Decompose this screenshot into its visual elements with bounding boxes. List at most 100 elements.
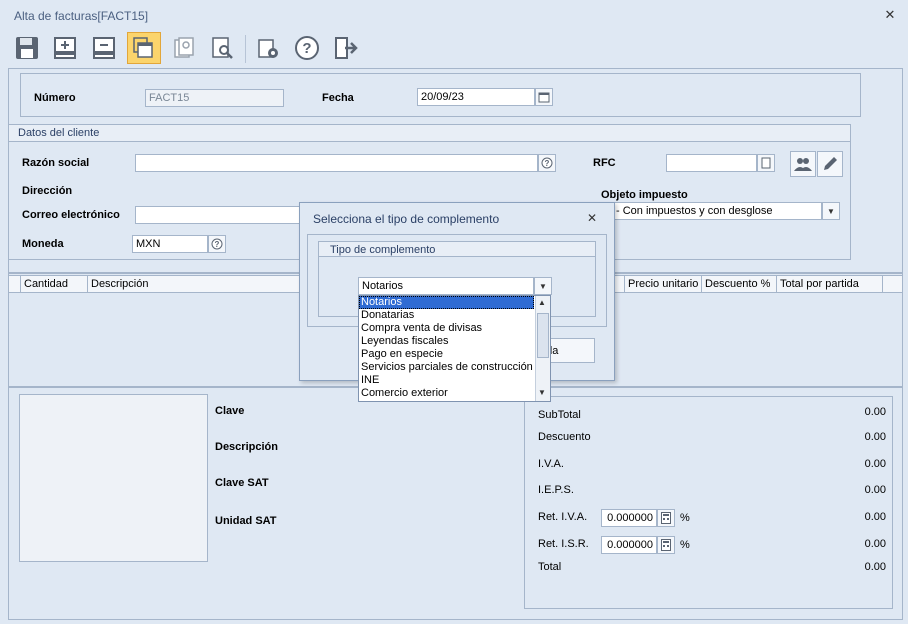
remove-row-button[interactable]: [87, 32, 121, 64]
scroll-down-icon[interactable]: ▼: [538, 388, 546, 397]
dialog-close-icon[interactable]: ✕: [587, 211, 597, 225]
dialog-group-title: Tipo de complemento: [330, 244, 436, 256]
ret-iva-label: Ret. I.V.A.: [538, 511, 588, 523]
ret-iva-value: 0.00: [864, 511, 886, 523]
chevron-down-icon: ▼: [539, 281, 547, 291]
direccion-label: Dirección: [22, 185, 73, 197]
ret-isr-value: 0.00: [864, 538, 886, 550]
document-preview-button[interactable]: [167, 32, 201, 64]
total-value: 0.00: [864, 561, 886, 573]
subtotal-label: SubTotal: [538, 409, 581, 421]
document-preview-icon: [174, 37, 194, 58]
close-icon[interactable]: ✕: [883, 8, 897, 22]
product-image: [19, 394, 208, 562]
scroll-up-icon[interactable]: ▲: [538, 298, 546, 307]
ret-iva-percent: %: [680, 512, 690, 524]
rfc-field[interactable]: [666, 154, 757, 172]
help-icon: ?: [211, 238, 223, 250]
complement-type-list[interactable]: Notarios Donatarias Compra venta de divi…: [358, 295, 551, 402]
fecha-field[interactable]: 20/09/23: [417, 88, 535, 106]
chevron-down-icon: ▼: [827, 206, 835, 216]
calendar-icon: [538, 92, 550, 103]
col-cantidad[interactable]: Cantidad: [21, 276, 88, 293]
clave-label: Clave: [215, 405, 245, 417]
ret-iva-calc-button[interactable]: [657, 509, 675, 527]
correo-label: Correo electrónico: [22, 209, 120, 221]
list-item[interactable]: Leyendas fiscales: [359, 335, 550, 348]
save-button[interactable]: [10, 32, 44, 64]
list-item[interactable]: Compra venta de divisas: [359, 322, 550, 335]
exit-button[interactable]: [328, 32, 362, 64]
numero-field[interactable]: FACT15: [145, 89, 284, 107]
descripcion-label: Descripción: [215, 441, 278, 453]
subtotal-value: 0.00: [864, 406, 886, 418]
users-icon: [794, 158, 812, 171]
descuento-value: 0.00: [864, 431, 886, 443]
list-item[interactable]: Notarios: [359, 296, 534, 309]
col-total-partida[interactable]: Total por partida: [777, 276, 883, 293]
svg-text:?: ?: [302, 40, 311, 57]
fecha-label: Fecha: [322, 92, 354, 104]
search-document-button[interactable]: [205, 32, 239, 64]
ret-isr-rate-field[interactable]: 0.000000: [601, 536, 657, 554]
settings-document-icon: [258, 39, 278, 58]
calculator-icon: [661, 539, 671, 551]
help-icon: ?: [295, 36, 319, 60]
rfc-label: RFC: [593, 157, 616, 169]
save-icon: [16, 37, 38, 59]
col-descuento[interactable]: Descuento %: [702, 276, 777, 293]
help-icon: ?: [541, 157, 553, 169]
add-row-button[interactable]: [48, 32, 82, 64]
list-item[interactable]: Servicios parciales de construcción: [359, 361, 550, 374]
col-precio-unitario[interactable]: Precio unitario: [625, 276, 702, 293]
razon-social-field[interactable]: [135, 154, 538, 172]
pencil-icon: [824, 157, 837, 170]
svg-text:?: ?: [215, 240, 220, 249]
correo-field[interactable]: [135, 206, 301, 224]
help-button[interactable]: ?: [290, 32, 324, 64]
client-section-title: Datos del cliente: [18, 127, 100, 139]
descuento-label: Descuento: [538, 431, 591, 443]
ret-iva-rate-field[interactable]: 0.000000: [601, 509, 657, 527]
window-title: Alta de facturas[FACT15]: [14, 9, 149, 23]
moneda-help-button[interactable]: ?: [208, 235, 226, 253]
objeto-impuesto-dropdown[interactable]: ▼: [822, 202, 840, 220]
copy-documents-icon: [133, 37, 153, 58]
list-item[interactable]: Donatarias: [359, 309, 550, 322]
razon-help-button[interactable]: ?: [538, 154, 556, 172]
clients-button[interactable]: [790, 151, 816, 177]
moneda-field[interactable]: MXN: [132, 235, 208, 253]
list-item[interactable]: Pago en especie: [359, 348, 550, 361]
ieps-value: 0.00: [864, 484, 886, 496]
settings-document-button[interactable]: [251, 32, 285, 64]
complement-type-dropdown[interactable]: ▼: [534, 277, 552, 295]
unidad-sat-label: Unidad SAT: [215, 515, 277, 527]
search-document-icon: [212, 37, 233, 59]
objeto-impuesto-select[interactable]: - Con impuestos y con desglose: [612, 202, 822, 220]
ret-isr-calc-button[interactable]: [657, 536, 675, 554]
ret-isr-percent: %: [680, 539, 690, 551]
add-row-icon: [54, 37, 76, 59]
document-icon: [761, 157, 771, 169]
totals-panel: [524, 396, 893, 609]
total-label: Total: [538, 561, 562, 573]
iva-value: 0.00: [864, 458, 886, 470]
list-scrollbar[interactable]: ▲ ▼: [535, 296, 550, 401]
iva-label: I.V.A.: [538, 458, 564, 470]
rfc-lookup-button[interactable]: [757, 154, 775, 172]
clave-sat-label: Clave SAT: [215, 477, 269, 489]
objeto-impuesto-label: Objeto impuesto: [601, 189, 688, 201]
list-item[interactable]: INE: [359, 374, 550, 387]
remove-row-icon: [93, 37, 115, 59]
ieps-label: I.E.P.S.: [538, 484, 574, 496]
dialog-title: Selecciona el tipo de complemento: [313, 212, 500, 226]
complement-type-select[interactable]: Notarios: [358, 277, 534, 295]
razon-social-label: Razón social: [22, 157, 90, 169]
moneda-label: Moneda: [22, 238, 64, 250]
copy-documents-button[interactable]: [127, 32, 161, 64]
list-item[interactable]: Comercio exterior: [359, 387, 550, 400]
calendar-button[interactable]: [535, 88, 553, 106]
edit-client-button[interactable]: [817, 151, 843, 177]
scroll-thumb[interactable]: [537, 313, 549, 358]
calculator-icon: [661, 512, 671, 524]
